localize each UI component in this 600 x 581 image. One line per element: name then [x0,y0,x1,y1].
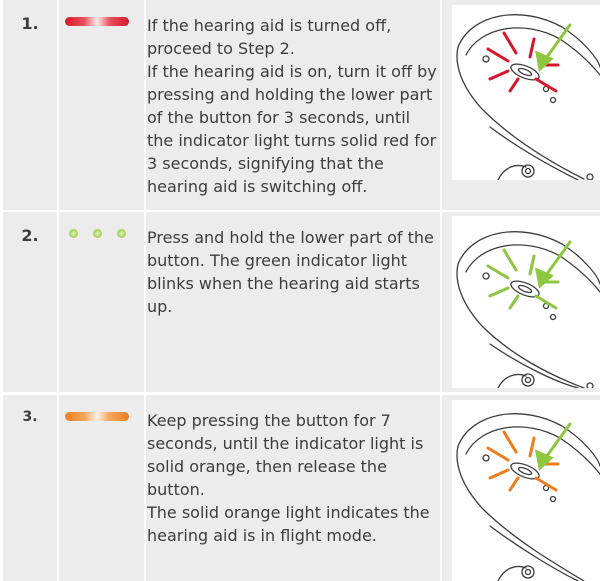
instruction-line: If the hearing aid is turned off, procee… [147,16,392,58]
instruction-line: Press and hold the lower part of the but… [147,228,434,316]
step-number: 3. [22,409,38,425]
step-row-3: 3. Keep pressing the button for 7 second… [3,395,600,581]
hearing-aid-image [456,231,600,388]
hearing-aid-green-light-illustration [452,216,600,388]
hearing-aid-image [456,413,600,581]
instruction-line: Keep pressing the button for 7 seconds, … [147,411,424,499]
column-divider [440,0,442,210]
column-divider [440,212,442,392]
instruction-line: If the hearing aid is on, turn it off by… [147,62,437,196]
hearing-aid-red-light-illustration [452,5,600,180]
instruction-line: The solid orange light indicates the hea… [147,503,430,545]
column-divider [57,212,59,392]
hearing-aid-orange-light-illustration [452,400,600,581]
step-number: 2. [21,226,39,245]
step-instructions: Keep pressing the button for 7 seconds, … [147,409,437,547]
solid-orange-light-icon [65,412,129,421]
column-divider [144,395,146,581]
green-dot-icon [93,229,102,238]
column-divider [57,0,59,210]
blinking-green-light-icon [69,229,129,239]
hearing-aid-image [456,14,600,180]
solid-red-light-icon [65,17,129,26]
green-dot-icon [69,229,78,238]
step-instructions: Press and hold the lower part of the but… [147,226,437,318]
column-divider [144,0,146,210]
step-number: 1. [21,14,39,33]
column-divider [57,395,59,581]
green-dot-icon [117,229,126,238]
step-row-2: 2. Press and hold the lower part of the … [3,212,600,392]
column-divider [440,395,442,581]
setup-steps-table: 1. If the hearing aid is turned off, pro… [3,0,600,581]
column-divider [144,212,146,392]
step-instructions: If the hearing aid is turned off, procee… [147,14,437,198]
step-row-1: 1. If the hearing aid is turned off, pro… [3,0,600,210]
